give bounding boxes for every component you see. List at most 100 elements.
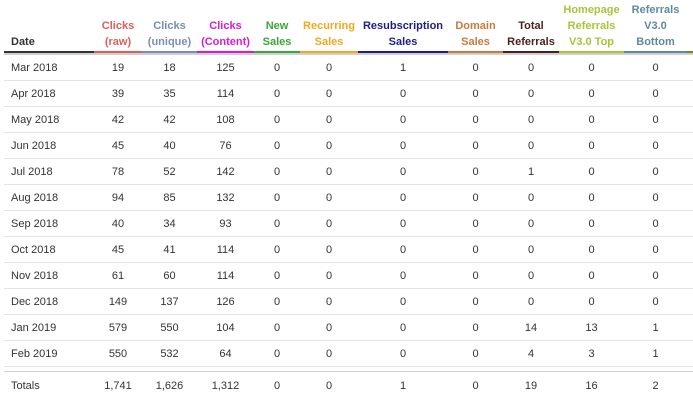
- table-cell: 0: [624, 106, 687, 133]
- table-cell: 45: [94, 236, 142, 263]
- totals-cell: [687, 371, 693, 400]
- table-cell: 0: [300, 236, 358, 263]
- table-row: Apr 2018 39 35 114 0 0 0 0 0 0 0: [4, 80, 693, 107]
- table-cell: 93: [197, 210, 254, 237]
- table-cell: 1: [624, 340, 687, 367]
- table-cell: 0: [503, 80, 559, 107]
- totals-cell: 0: [254, 371, 300, 400]
- table-cell: 0: [358, 132, 448, 159]
- table-cell: 35: [142, 80, 197, 107]
- table-cell: 0: [300, 80, 358, 107]
- column-header[interactable]: Total Referrals: [503, 0, 559, 55]
- table-row: Nov 2018 61 60 114 0 0 0 0 0 0 0: [4, 262, 693, 289]
- row-date-cell: Feb 2019: [4, 340, 94, 367]
- table-cell: [687, 54, 693, 81]
- table-cell: 19: [94, 54, 142, 81]
- table-cell: 0: [254, 184, 300, 211]
- column-header[interactable]: Domain Sales: [448, 0, 503, 55]
- column-header[interactable]: Date: [4, 0, 94, 55]
- table-cell: 0: [254, 80, 300, 107]
- table-cell: 0: [503, 262, 559, 289]
- table-cell: [687, 340, 693, 367]
- table-cell: [687, 236, 693, 263]
- column-header[interactable]: V R: [687, 0, 693, 55]
- table-cell: 550: [94, 340, 142, 367]
- table-cell: 579: [94, 314, 142, 341]
- table-cell: [687, 314, 693, 341]
- table-cell: 41: [142, 236, 197, 263]
- table-cell: 0: [300, 158, 358, 185]
- table-body: Mar 2018 19 18 125 0 0 1 0 0 0 0 Apr 2018 39 35 114 0 0 0…: [4, 54, 693, 400]
- table-cell: 40: [94, 210, 142, 237]
- table-row: Dec 2018 149 137 126 0 0 0 0 0 0 0: [4, 288, 693, 315]
- table-cell: 42: [94, 106, 142, 133]
- table-cell: 0: [300, 314, 358, 341]
- table-cell: [687, 184, 693, 211]
- table-cell: 3: [559, 340, 624, 367]
- table-cell: 0: [559, 158, 624, 185]
- column-header[interactable]: Referrals V3.0 Bottom: [624, 0, 687, 55]
- column-header[interactable]: Resubscription Sales: [358, 0, 448, 55]
- table-cell: 0: [448, 54, 503, 81]
- table-cell: 0: [624, 132, 687, 159]
- header-row: Date Clicks (raw) Clicks (unique) Clicks (C…: [4, 0, 693, 55]
- totals-cell: 2: [624, 371, 687, 400]
- table-cell: 108: [197, 106, 254, 133]
- table-row: Jul 2018 78 52 142 0 0 0 0 1 0 0: [4, 158, 693, 185]
- referral-stats-table: Date Clicks (raw) Clicks (unique) Clicks (C…: [4, 0, 693, 400]
- table-cell: 137: [142, 288, 197, 315]
- table-cell: 0: [624, 184, 687, 211]
- table-cell: 0: [358, 80, 448, 107]
- table-cell: 142: [197, 158, 254, 185]
- table-cell: 0: [358, 314, 448, 341]
- table-cell: [687, 262, 693, 289]
- column-header[interactable]: Homepage Referrals V3.0 Top: [559, 0, 624, 55]
- table-cell: 0: [624, 262, 687, 289]
- table-cell: 0: [300, 210, 358, 237]
- table-cell: 0: [300, 106, 358, 133]
- column-header[interactable]: Clicks (unique): [142, 0, 197, 55]
- table-cell: [687, 106, 693, 133]
- totals-cell: 0: [448, 371, 503, 400]
- table-cell: 0: [559, 132, 624, 159]
- table-cell: 532: [142, 340, 197, 367]
- table-cell: 14: [503, 314, 559, 341]
- column-header[interactable]: New Sales: [254, 0, 300, 55]
- table-cell: 13: [559, 314, 624, 341]
- table-cell: 45: [94, 132, 142, 159]
- row-date-cell: May 2018: [4, 106, 94, 133]
- table-cell: 64: [197, 340, 254, 367]
- table-cell: 0: [624, 80, 687, 107]
- table-cell: 0: [254, 314, 300, 341]
- table-row: Feb 2019 550 532 64 0 0 0 0 4 3 1: [4, 340, 693, 367]
- table-cell: 0: [559, 106, 624, 133]
- table-cell: 0: [503, 288, 559, 315]
- table-cell: 0: [559, 262, 624, 289]
- table-cell: 0: [503, 184, 559, 211]
- row-date-cell: Dec 2018: [4, 288, 94, 315]
- table-row: May 2018 42 42 108 0 0 0 0 0 0 0: [4, 106, 693, 133]
- table-cell: 0: [448, 106, 503, 133]
- table-cell: 0: [254, 288, 300, 315]
- column-header[interactable]: Recurring Sales: [300, 0, 358, 55]
- table-cell: 0: [559, 184, 624, 211]
- table-cell: 34: [142, 210, 197, 237]
- table-cell: 550: [142, 314, 197, 341]
- table-row: Aug 2018 94 85 132 0 0 0 0 0 0 0: [4, 184, 693, 211]
- table-cell: 39: [94, 80, 142, 107]
- table-cell: 0: [254, 54, 300, 81]
- table-row: Jan 2019 579 550 104 0 0 0 0 14 13 1: [4, 314, 693, 341]
- table-cell: 0: [624, 288, 687, 315]
- table-cell: 125: [197, 54, 254, 81]
- table-cell: 0: [448, 236, 503, 263]
- column-header[interactable]: Clicks (Content): [197, 0, 254, 55]
- totals-cell: 0: [300, 371, 358, 400]
- table-cell: 0: [358, 106, 448, 133]
- table-cell: 149: [94, 288, 142, 315]
- table-cell: 114: [197, 80, 254, 107]
- table-cell: 0: [254, 106, 300, 133]
- column-header[interactable]: Clicks (raw): [94, 0, 142, 55]
- totals-cell: 16: [559, 371, 624, 400]
- totals-cell: 1,626: [142, 371, 197, 400]
- table-cell: 85: [142, 184, 197, 211]
